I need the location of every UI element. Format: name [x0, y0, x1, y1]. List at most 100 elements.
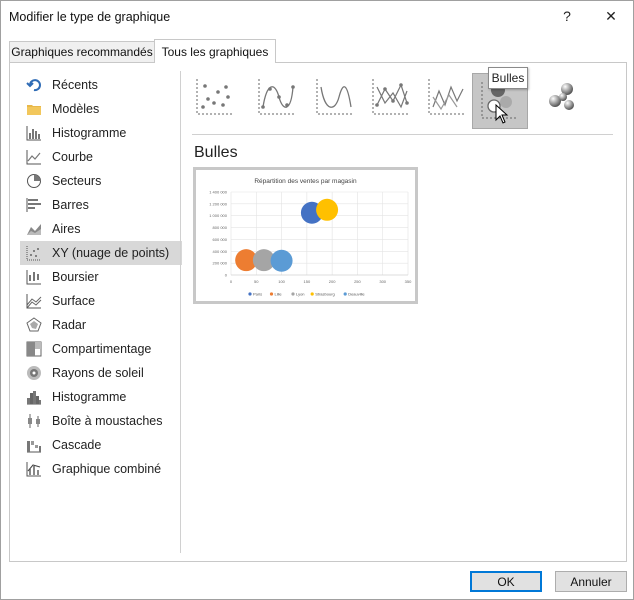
scatter-markers-icon [195, 77, 235, 120]
sidebar-item-label: Boîte à moustaches [52, 414, 163, 428]
sidebar-item-box-whisker-chart[interactable]: Boîte à moustaches [20, 409, 182, 433]
x-tick-label: 300 [379, 279, 386, 284]
legend-label: Paris [253, 292, 262, 297]
chart-preview[interactable]: Répartition des ventes par magasin 0 50 100… [193, 167, 418, 304]
recent-icon [26, 77, 42, 93]
sidebar-item-column-chart[interactable]: Histogramme [20, 121, 182, 145]
waterfall-chart-icon [26, 437, 42, 453]
x-tick-label: 250 [354, 279, 361, 284]
sidebar-item-label: Histogramme [52, 126, 127, 140]
subtype-scatter-straight-lines-button[interactable] [424, 73, 470, 123]
legend-label: Lille [275, 292, 283, 297]
tab-recommended-charts[interactable]: Graphiques recommandés [9, 41, 155, 62]
histogram-chart-icon [26, 389, 42, 405]
radar-chart-icon [26, 317, 42, 333]
help-button[interactable]: ? [547, 2, 587, 30]
stock-chart-icon [26, 269, 42, 285]
y-tick-label: 1 000 000 [209, 213, 228, 218]
x-tick-label: 100 [278, 279, 285, 284]
ok-button[interactable]: OK [470, 571, 542, 592]
bubble-chart-preview: Répartition des ventes par magasin 0 50 100… [209, 178, 412, 297]
subtype-scatter-smooth-lines-button[interactable] [312, 73, 358, 123]
subtype-scatter-smooth-markers-button[interactable] [254, 73, 300, 123]
sidebar-item-radar-chart[interactable]: Radar [20, 313, 182, 337]
subtype-scatter-markers-button[interactable] [192, 73, 238, 123]
cancel-button[interactable]: Annuler [555, 571, 627, 592]
sidebar-item-bar-chart[interactable]: Barres [20, 193, 182, 217]
legend-marker [248, 292, 252, 296]
sidebar-item-label: Rayons de soleil [52, 366, 144, 380]
legend-label: Lyon [296, 292, 305, 297]
sidebar-item-scatter-chart[interactable]: XY (nuage de points) [20, 241, 182, 265]
y-tick-label: 400 000 [213, 249, 228, 254]
box-whisker-chart-icon [26, 413, 42, 429]
legend-marker [269, 292, 274, 296]
legend-marker [291, 292, 295, 296]
sidebar-item-surface-chart[interactable]: Surface [20, 289, 182, 313]
bubble-point [270, 249, 293, 272]
sidebar-item-label: Courbe [52, 150, 93, 164]
sidebar-item-label: Récents [52, 78, 98, 92]
x-tick-label: 150 [304, 279, 311, 284]
pie-chart-icon [26, 173, 42, 189]
sidebar-item-label: Surface [52, 294, 96, 308]
sunburst-chart-icon [26, 365, 42, 381]
sidebar-item-line-chart[interactable]: Courbe [20, 145, 182, 169]
line-chart-icon [26, 149, 42, 165]
sidebar-item-folder[interactable]: Modèles [20, 97, 182, 121]
sidebar-item-pie-chart[interactable]: Secteurs [20, 169, 182, 193]
sidebar-item-histogram-chart[interactable]: Histogramme [20, 385, 182, 409]
scatter-smooth-markers-icon [257, 77, 297, 120]
vertical-divider [180, 71, 181, 553]
sidebar-item-label: Modèles [52, 102, 100, 116]
scatter-straight-lines-icon [427, 77, 467, 120]
combo-chart-icon [26, 461, 42, 477]
sidebar-item-sunburst-chart[interactable]: Rayons de soleil [20, 361, 182, 385]
y-tick-label: 600 000 [213, 237, 228, 242]
x-tick-label: 350 [405, 279, 412, 284]
sidebar-item-combo-chart[interactable]: Graphique combiné [20, 457, 182, 481]
dialog-title: Modifier le type de graphique [9, 10, 171, 24]
bubble-3d-icon [541, 75, 585, 122]
bar-chart-icon [26, 197, 42, 213]
sidebar-item-label: Boursier [52, 270, 99, 284]
sidebar-item-stock-chart[interactable]: Boursier [20, 265, 182, 289]
legend-label: Strasbourg [315, 292, 335, 297]
sidebar-item-treemap-chart[interactable]: Compartimentage [20, 337, 182, 361]
tab-panel: Récents Modèles Histogramme Courbe Secteurs B… [9, 62, 627, 562]
horizontal-divider [192, 134, 613, 135]
sidebar-item-label: Radar [52, 318, 87, 332]
scatter-smooth-lines-icon [315, 77, 355, 120]
mouse-cursor-icon [495, 103, 509, 127]
sidebar-item-label: Aires [52, 222, 81, 236]
subtype-scatter-straight-markers-button[interactable] [368, 73, 414, 123]
x-tick-label: 0 [230, 279, 233, 284]
y-tick-label: 1 200 000 [209, 201, 228, 206]
sidebar-item-recent[interactable]: Récents [20, 73, 182, 97]
subtype-bubble-3d-button[interactable] [540, 73, 586, 123]
chart-category-list: Récents Modèles Histogramme Courbe Secteurs B… [20, 73, 182, 481]
sidebar-item-label: Barres [52, 198, 89, 212]
change-chart-type-dialog: Modifier le type de graphique ? ✕ Graphi… [0, 0, 634, 600]
y-tick-label: 200 000 [213, 261, 228, 266]
sidebar-item-area-chart[interactable]: Aires [20, 217, 182, 241]
tooltip: Bulles [488, 67, 528, 89]
area-chart-icon [26, 221, 42, 237]
scatter-chart-icon [26, 245, 42, 261]
sidebar-item-waterfall-chart[interactable]: Cascade [20, 433, 182, 457]
bubble-point [316, 198, 339, 221]
tab-all-charts[interactable]: Tous les graphiques [154, 39, 276, 63]
y-tick-label: 1 400 000 [209, 190, 228, 195]
y-tick-label: 0 [225, 273, 228, 278]
title-bar: Modifier le type de graphique ? ✕ [1, 1, 633, 32]
legend-marker [343, 292, 347, 296]
folder-icon [26, 101, 42, 117]
treemap-chart-icon [26, 341, 42, 357]
scatter-straight-markers-icon [371, 77, 411, 120]
chart-title: Répartition des ventes par magasin [254, 178, 357, 185]
sidebar-item-label: Histogramme [52, 390, 127, 404]
subtype-title: Bulles [194, 144, 238, 161]
sidebar-item-label: Cascade [52, 438, 102, 452]
close-icon: ✕ [605, 7, 617, 24]
close-button[interactable]: ✕ [591, 2, 631, 30]
